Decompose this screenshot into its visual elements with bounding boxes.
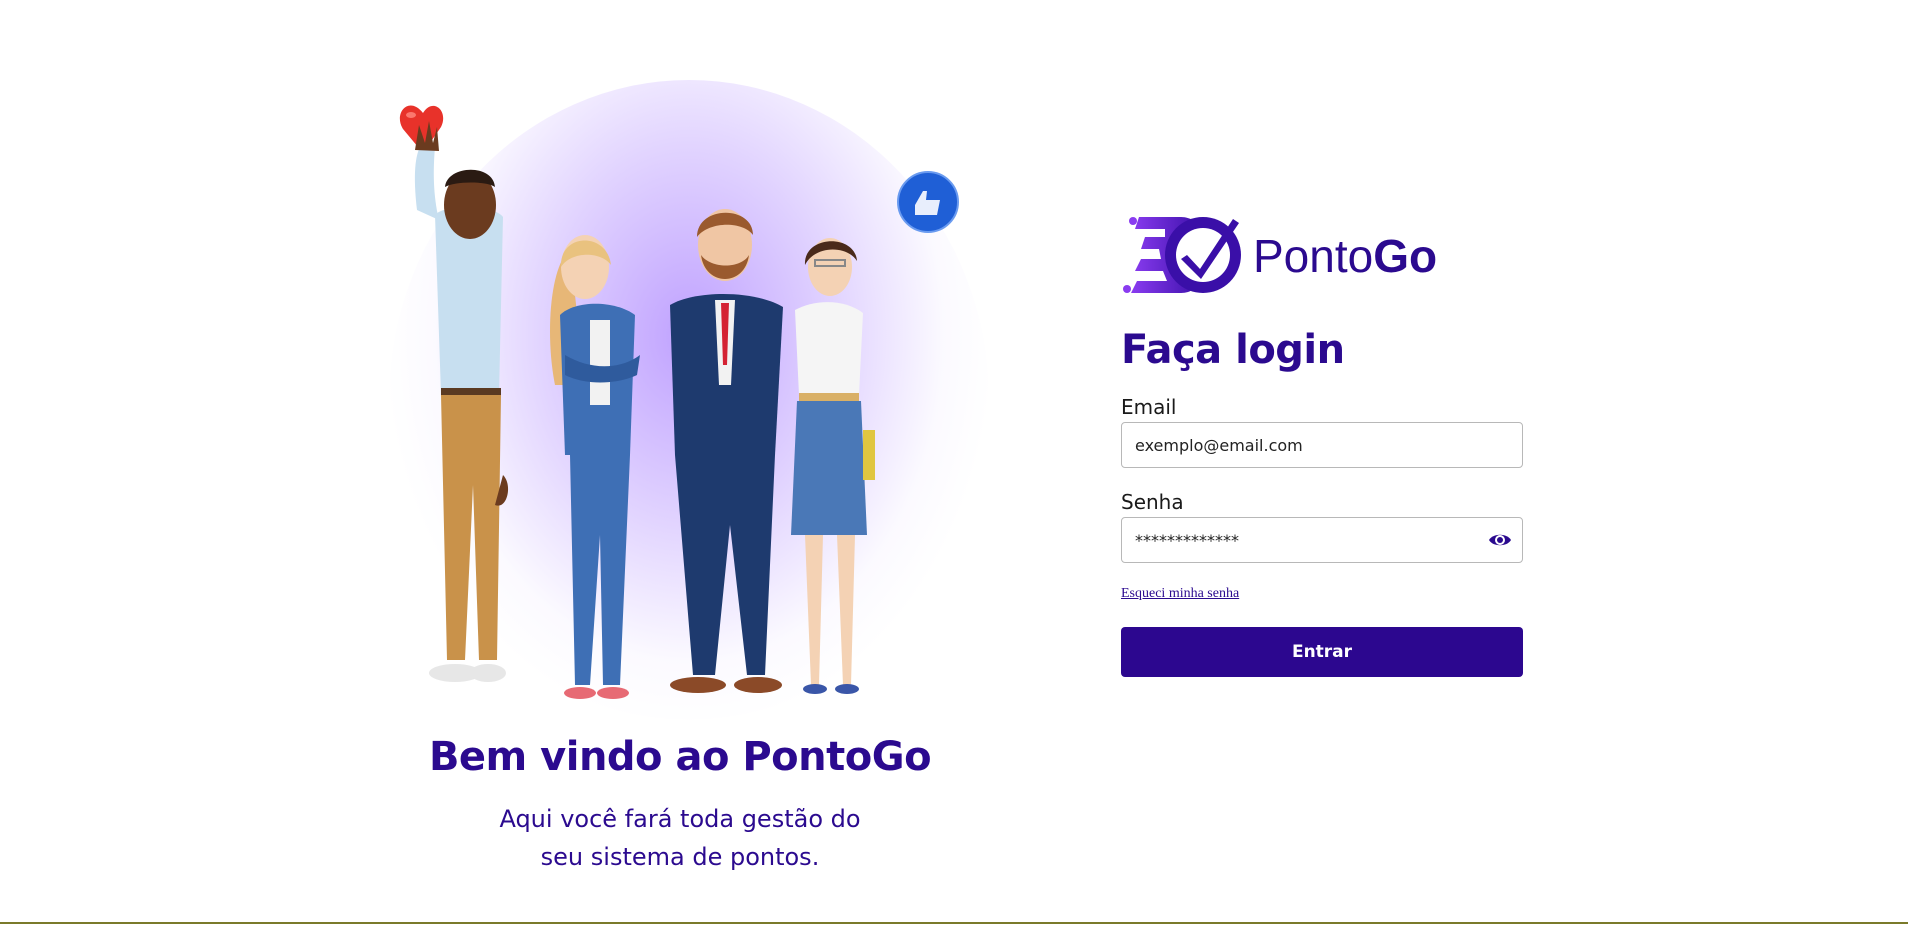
eye-icon[interactable] xyxy=(1488,530,1512,550)
forgot-password-link[interactable]: Esqueci minha senha xyxy=(1121,586,1239,602)
person-blonde-woman xyxy=(550,235,640,699)
email-field[interactable] xyxy=(1122,423,1488,467)
password-label: Senha xyxy=(1121,490,1184,514)
welcome-subtitle-line1: Aqui você fará toda gestão do xyxy=(499,805,861,833)
brand-logo: PontoGo xyxy=(1121,215,1523,295)
password-field[interactable] xyxy=(1122,518,1488,562)
welcome-subtitle-line2: seu sistema de pontos. xyxy=(540,843,820,871)
login-page: Bem vindo ao PontoGo Aqui você fará toda… xyxy=(0,0,1908,925)
brand-name: PontoGo xyxy=(1253,229,1437,283)
bottom-divider xyxy=(0,922,1908,924)
login-form: PontoGo Faça login Email Senha Esqueci m… xyxy=(1121,215,1523,677)
brand-name-regular: Ponto xyxy=(1253,230,1374,282)
thumbs-up-badge-icon xyxy=(897,171,959,233)
hero-illustration-area xyxy=(375,55,989,720)
person-waving xyxy=(414,121,509,682)
welcome-subtitle: Aqui você fará toda gestão do seu sistem… xyxy=(430,800,930,876)
login-submit-button[interactable]: Entrar xyxy=(1121,627,1523,677)
welcome-title: Bem vindo ao PontoGo xyxy=(428,734,932,780)
person-woman-glasses xyxy=(791,238,875,694)
person-bearded-man xyxy=(670,209,783,693)
brand-name-bold: Go xyxy=(1373,230,1438,282)
email-field-wrapper xyxy=(1121,422,1523,468)
speed-check-logo-icon xyxy=(1123,217,1241,293)
team-illustration xyxy=(399,105,959,699)
email-label: Email xyxy=(1121,395,1177,419)
password-field-wrapper xyxy=(1121,517,1523,563)
login-title: Faça login xyxy=(1121,327,1345,373)
